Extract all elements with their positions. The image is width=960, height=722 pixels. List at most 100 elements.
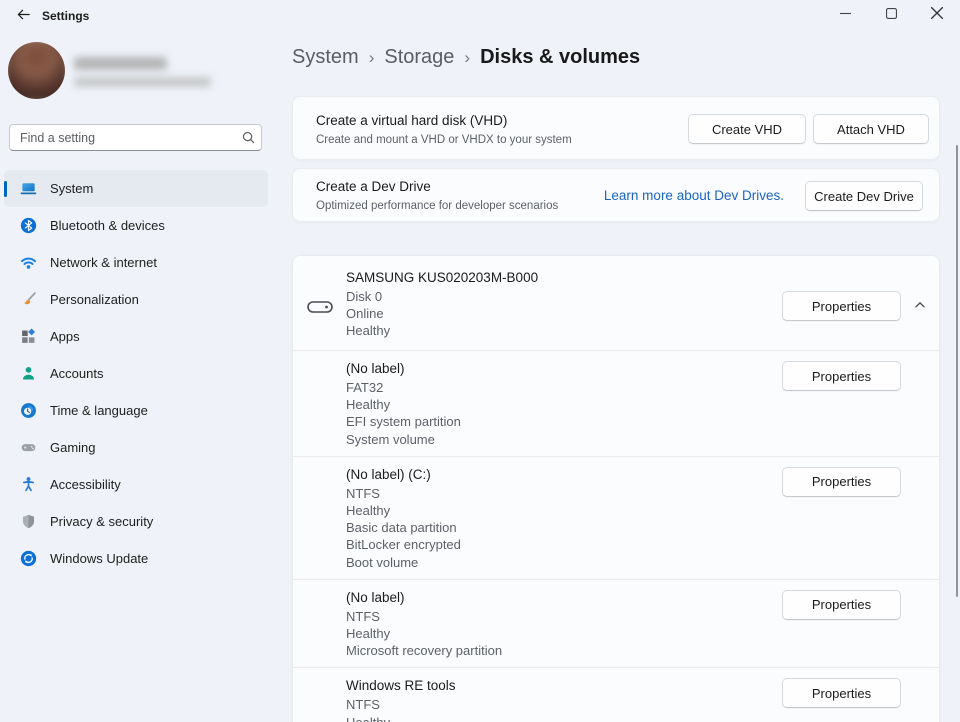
- properties-button[interactable]: Properties: [782, 678, 901, 708]
- sidebar-item-privacy-security[interactable]: Privacy & security: [4, 503, 268, 540]
- search-input[interactable]: [10, 131, 239, 145]
- time-language-icon: [20, 402, 37, 419]
- sidebar-item-personalization[interactable]: Personalization: [4, 281, 268, 318]
- sidebar-item-time-language[interactable]: Time & language: [4, 392, 268, 429]
- create-vhd-button[interactable]: Create VHD: [688, 114, 806, 144]
- search-icon: [239, 131, 261, 144]
- chevron-right-icon: ›: [369, 47, 375, 68]
- properties-button[interactable]: Properties: [782, 467, 901, 497]
- attach-vhd-button[interactable]: Attach VHD: [813, 114, 929, 144]
- maximize-icon: [886, 6, 897, 24]
- sidebar-nav: System Bluetooth & devices Network & inter…: [4, 170, 268, 577]
- sidebar-item-label: Apps: [50, 329, 80, 344]
- sidebar-item-gaming[interactable]: Gaming: [4, 429, 268, 466]
- vhd-card-title: Create a virtual hard disk (VHD): [316, 113, 507, 128]
- hard-disk-icon: [307, 299, 333, 320]
- personalization-icon: [20, 291, 37, 308]
- sidebar-item-label: Accounts: [50, 366, 103, 381]
- sidebar-item-label: Accessibility: [50, 477, 121, 492]
- volume-detail: EFI system partition: [346, 413, 939, 430]
- chevron-right-icon: ›: [464, 47, 470, 68]
- vhd-card-subtitle: Create and mount a VHD or VHDX to your s…: [316, 134, 572, 146]
- disk-name: SAMSUNG KUS020203M-B000: [346, 269, 939, 286]
- sidebar-item-network-internet[interactable]: Network & internet: [4, 244, 268, 281]
- privacy-icon: [20, 513, 37, 530]
- minimize-icon: [840, 6, 851, 24]
- minimize-button[interactable]: [822, 0, 868, 29]
- sidebar-item-accounts[interactable]: Accounts: [4, 355, 268, 392]
- sidebar-item-bluetooth-devices[interactable]: Bluetooth & devices: [4, 207, 268, 244]
- breadcrumb-storage[interactable]: Storage: [384, 46, 454, 69]
- window-controls: [822, 0, 960, 29]
- create-dev-drive-button[interactable]: Create Dev Drive: [805, 181, 923, 211]
- sidebar-item-label: Time & language: [50, 403, 148, 418]
- properties-button[interactable]: Properties: [782, 361, 901, 391]
- properties-button[interactable]: Properties: [782, 291, 901, 321]
- sidebar-item-apps[interactable]: Apps: [4, 318, 268, 355]
- collapse-toggle[interactable]: [909, 296, 931, 318]
- user-email-blurred: [74, 77, 211, 87]
- volume-detail: Microsoft recovery partition: [346, 642, 939, 659]
- volume-detail: Healthy: [346, 502, 939, 519]
- avatar-photo-blurred: [8, 42, 65, 99]
- sidebar-item-system[interactable]: System: [4, 170, 268, 207]
- user-avatar[interactable]: [8, 42, 65, 99]
- volume-row: Windows RE toolsNTFSHealthyProperties: [293, 667, 939, 722]
- sidebar-item-label: Windows Update: [50, 551, 148, 566]
- bluetooth-icon: [20, 217, 37, 234]
- breadcrumb-system[interactable]: System: [292, 46, 359, 69]
- sidebar: System Bluetooth & devices Network & inter…: [0, 40, 272, 722]
- apps-icon: [20, 328, 37, 345]
- sidebar-item-label: Network & internet: [50, 255, 157, 270]
- sidebar-item-windows-update[interactable]: Windows Update: [4, 540, 268, 577]
- volume-row: (No label)NTFSHealthyMicrosoft recovery …: [293, 579, 939, 668]
- volume-detail: Healthy: [346, 625, 939, 642]
- disk-row[interactable]: SAMSUNG KUS020203M-B000 Disk 0OnlineHeal…: [293, 256, 939, 350]
- sidebar-item-label: Bluetooth & devices: [50, 218, 165, 233]
- accessibility-icon: [20, 476, 37, 493]
- back-arrow-icon: [16, 7, 31, 27]
- network-icon: [20, 254, 37, 271]
- system-icon: [20, 180, 37, 197]
- vhd-card: Create a virtual hard disk (VHD) Create …: [292, 96, 940, 160]
- volume-detail: Basic data partition: [346, 519, 939, 536]
- properties-button[interactable]: Properties: [782, 590, 901, 620]
- volume-detail: Healthy: [346, 714, 939, 722]
- close-button[interactable]: [914, 0, 960, 29]
- volume-row: (No label) (C:)NTFSHealthyBasic data par…: [293, 456, 939, 579]
- title-bar: Settings: [0, 0, 960, 40]
- selected-indicator: [4, 181, 7, 197]
- settings-window: Settings System Bluetooth & devices Networ…: [0, 0, 960, 722]
- page-title: Disks & volumes: [480, 46, 640, 69]
- dev-drive-subtitle: Optimized performance for developer scen…: [316, 200, 558, 212]
- close-icon: [931, 6, 943, 24]
- sidebar-item-label: Gaming: [50, 440, 96, 455]
- dev-drive-title: Create a Dev Drive: [316, 179, 431, 194]
- sidebar-item-accessibility[interactable]: Accessibility: [4, 466, 268, 503]
- chevron-up-icon: [913, 298, 927, 317]
- search-box: [9, 124, 262, 151]
- volume-list: (No label)FAT32HealthyEFI system partiti…: [293, 350, 939, 722]
- back-button[interactable]: [8, 4, 38, 30]
- volume-row: (No label)FAT32HealthyEFI system partiti…: [293, 350, 939, 456]
- volume-detail: System volume: [346, 431, 939, 448]
- user-display-name-blurred: [74, 57, 167, 70]
- gaming-icon: [20, 439, 37, 456]
- dev-drive-card: Create a Dev Drive Optimized performance…: [292, 168, 940, 222]
- vertical-scrollbar[interactable]: [956, 145, 958, 597]
- dev-drive-learn-more-link[interactable]: Learn more about Dev Drives.: [604, 188, 784, 203]
- sidebar-item-label: System: [50, 181, 93, 196]
- breadcrumb: System › Storage › Disks & volumes: [292, 46, 640, 69]
- disk-list-card: SAMSUNG KUS020203M-B000 Disk 0OnlineHeal…: [292, 255, 940, 722]
- detail-line: Healthy: [346, 322, 939, 339]
- maximize-button[interactable]: [868, 0, 914, 29]
- window-title: Settings: [42, 9, 89, 23]
- volume-detail: Boot volume: [346, 554, 939, 571]
- volume-detail: BitLocker encrypted: [346, 536, 939, 553]
- accounts-icon: [20, 365, 37, 382]
- main-content: System › Storage › Disks & volumes Creat…: [292, 40, 942, 722]
- volume-detail: Healthy: [346, 396, 939, 413]
- sidebar-item-label: Privacy & security: [50, 514, 153, 529]
- sidebar-item-label: Personalization: [50, 292, 139, 307]
- windows-update-icon: [20, 550, 37, 567]
